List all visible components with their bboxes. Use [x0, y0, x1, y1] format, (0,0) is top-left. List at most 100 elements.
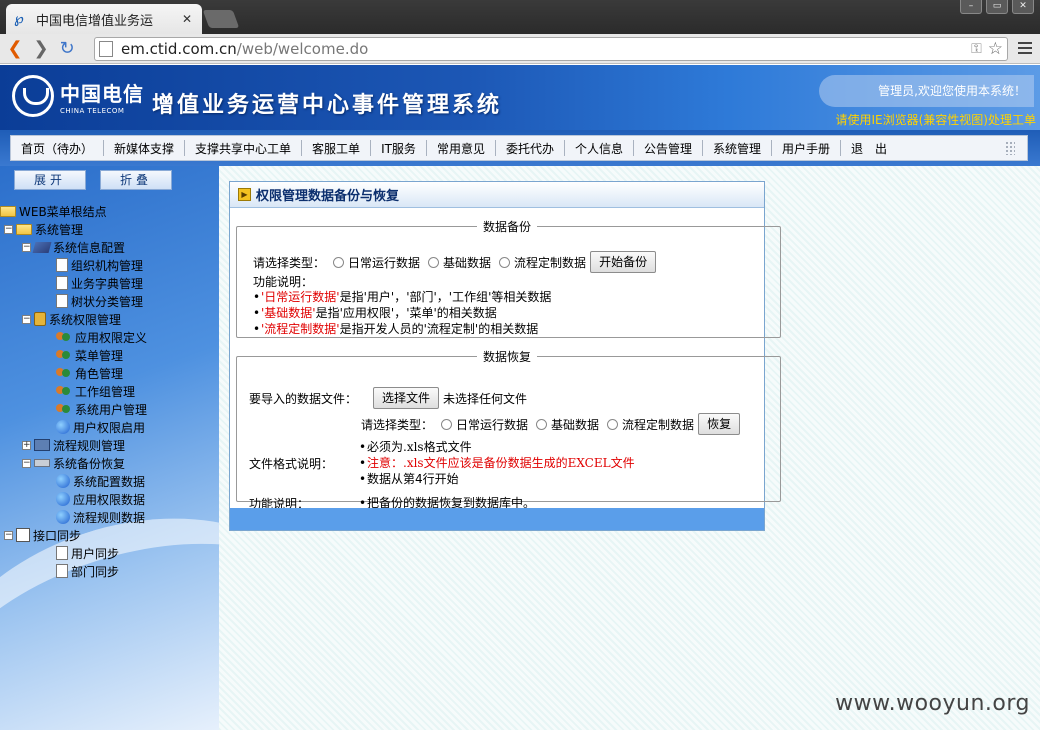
tree-node-label[interactable]: 角色管理 [75, 365, 123, 382]
restore-radio-basic[interactable] [536, 418, 548, 430]
tree-node[interactable]: 应用权限定义 [0, 328, 219, 346]
backup-legend: 数据备份 [483, 220, 532, 234]
tree-node-label[interactable]: 树状分类管理 [71, 293, 143, 310]
page-icon [99, 41, 113, 57]
tree-node-label[interactable]: 业务字典管理 [71, 275, 143, 292]
tree-node[interactable]: 工作组管理 [0, 382, 219, 400]
tree-node-label[interactable]: 系统备份恢复 [53, 455, 125, 472]
tree-node-label[interactable]: 系统配置数据 [73, 473, 145, 490]
expand-all-button[interactable]: 展开 [14, 170, 86, 190]
tree-node-label[interactable]: 菜单管理 [75, 347, 123, 364]
restore-radio-daily[interactable] [441, 418, 453, 430]
close-window-icon[interactable]: ✕ [1012, 0, 1034, 14]
backup-restore-panel: ▶ 权限管理数据备份与恢复 数据备份 请选择类型： 日常运行数据 基础数据 流程… [229, 181, 781, 531]
tree-node-label[interactable]: 工作组管理 [75, 383, 135, 400]
tree-node[interactable]: 角色管理 [0, 364, 219, 382]
menu-item[interactable]: 支撑共享中心工单 [185, 140, 301, 157]
collapse-all-button[interactable]: 折叠 [100, 170, 172, 190]
forward-icon[interactable]: ❯ [28, 37, 54, 61]
doc-icon [56, 546, 68, 560]
tree-node-label[interactable]: WEB菜单根结点 [19, 203, 107, 220]
main-menu-bar: 首页（待办） 新媒体支撑 支撑共享中心工单 客服工单 IT服务 常用意见 委托代办 个人信息公… [0, 130, 1040, 166]
backup-type-label: 请选择类型： [253, 255, 326, 270]
tree-node[interactable]: 用户权限启用 [0, 418, 219, 436]
backup-radio-flow[interactable] [499, 256, 511, 268]
pc-icon [34, 439, 50, 451]
tree-node[interactable]: 组织机构管理 [0, 256, 219, 274]
menu-item[interactable]: 系统管理 [703, 140, 771, 157]
format-item-row: 数据从第4行开始 [359, 471, 635, 487]
backup-option-flow: 流程定制数据 [514, 255, 587, 270]
menu-item[interactable]: 新媒体支撑 [104, 140, 184, 157]
menu-item[interactable]: 退 出 [841, 140, 897, 157]
tree-node[interactable]: − 接口同步 [0, 526, 219, 544]
menu-item[interactable]: 个人信息 [565, 140, 633, 157]
tree-node[interactable]: 系统配置数据 [0, 472, 219, 490]
browser-menu-icon[interactable] [1018, 42, 1032, 57]
tab-close-icon[interactable]: ✕ [180, 12, 194, 26]
tree-node-label[interactable]: 系统信息配置 [53, 239, 125, 256]
start-backup-button[interactable]: 开始备份 [590, 251, 657, 273]
users-icon [56, 366, 72, 380]
bookmark-star-icon[interactable]: ☆ [988, 39, 1003, 59]
tree-node-label[interactable]: 系统用户管理 [75, 401, 147, 418]
restore-button[interactable]: 恢复 [698, 413, 741, 435]
backup-radio-basic[interactable] [428, 256, 440, 268]
tree-node-label[interactable]: 系统权限管理 [49, 311, 121, 328]
backup-radio-daily[interactable] [333, 256, 345, 268]
restore-fieldset: 数据恢复 要导入的数据文件： 选择文件 未选择任何文件 请选择类型： 日常运行数… [236, 348, 781, 511]
tree-node[interactable]: − 系统信息配置 [0, 238, 219, 256]
collapse-node-icon[interactable]: − [22, 458, 31, 468]
tree-node[interactable]: − 系统管理 [0, 220, 219, 238]
tree-node-label[interactable]: 用户权限启用 [73, 419, 145, 436]
tree-node[interactable]: 菜单管理 [0, 346, 219, 364]
menu-item[interactable]: 客服工单 [302, 140, 370, 157]
globe-icon [56, 492, 70, 506]
tree-node-label[interactable]: 流程规则管理 [53, 437, 125, 454]
menu-item[interactable]: 公告管理 [634, 140, 702, 157]
minimize-icon[interactable]: – [960, 0, 982, 14]
tree-node-label[interactable]: 应用权限数据 [73, 491, 145, 508]
restore-radio-flow[interactable] [607, 418, 619, 430]
tree-node[interactable]: 应用权限数据 [0, 490, 219, 508]
browser-tab[interactable]: ℘ 中国电信增值业务运 ✕ [6, 4, 202, 34]
users-icon [56, 402, 72, 416]
tree-node-label[interactable]: 组织机构管理 [71, 257, 143, 274]
new-tab-button[interactable] [202, 10, 240, 28]
expand-node-icon[interactable]: + [22, 440, 31, 450]
window-controls: – ▭ ✕ [960, 0, 1034, 14]
menu-item[interactable]: 常用意见 [427, 140, 495, 157]
tree-node[interactable]: WEB菜单根结点 [0, 202, 219, 220]
tree-node-label[interactable]: 用户同步 [71, 545, 119, 562]
tree-node[interactable]: 部门同步 [0, 562, 219, 580]
collapse-node-icon[interactable]: − [4, 530, 13, 540]
tree-node-label[interactable]: 系统管理 [35, 221, 83, 238]
tree-node[interactable]: 系统用户管理 [0, 400, 219, 418]
tree-node-label[interactable]: 部门同步 [71, 563, 119, 580]
menu-item[interactable]: 首页（待办） [11, 140, 103, 157]
url-text[interactable]: em.ctid.com.cn/web/welcome.do [121, 40, 971, 58]
collapse-node-icon[interactable]: − [22, 314, 31, 324]
collapse-node-icon[interactable]: − [4, 224, 13, 234]
reload-icon[interactable]: ↻ [54, 37, 80, 61]
tree-node[interactable]: + 流程规则管理 [0, 436, 219, 454]
tree-node[interactable]: 业务字典管理 [0, 274, 219, 292]
address-bar[interactable]: em.ctid.com.cn/web/welcome.do ⚿ ☆ [94, 37, 1008, 61]
menu-item[interactable]: IT服务 [371, 140, 426, 157]
tree-node-label[interactable]: 接口同步 [33, 527, 81, 544]
collapse-node-icon[interactable]: − [22, 242, 31, 252]
tree-node[interactable]: − 系统备份恢复 [0, 454, 219, 472]
tree-node[interactable]: 流程规则数据 [0, 508, 219, 526]
tree-node-label[interactable]: 应用权限定义 [75, 329, 147, 346]
tree-node[interactable]: 用户同步 [0, 544, 219, 562]
back-icon[interactable]: ❮ [2, 37, 28, 61]
menu-item[interactable]: 委托代办 [496, 140, 564, 157]
restore-icon[interactable]: ▭ [986, 0, 1008, 14]
tree-node[interactable]: 树状分类管理 [0, 292, 219, 310]
menu-item[interactable]: 用户手册 [772, 140, 840, 157]
key-icon[interactable]: ⚿ [971, 41, 982, 57]
choose-file-button[interactable]: 选择文件 [373, 387, 440, 409]
tree-node-label[interactable]: 流程规则数据 [73, 509, 145, 526]
menu-tree: WEB菜单根结点 − 系统管理 − 系统信息配置 组织机构管理 业务字典管理 树状分类管理 − 系… [0, 202, 219, 580]
tree-node[interactable]: − 系统权限管理 [0, 310, 219, 328]
